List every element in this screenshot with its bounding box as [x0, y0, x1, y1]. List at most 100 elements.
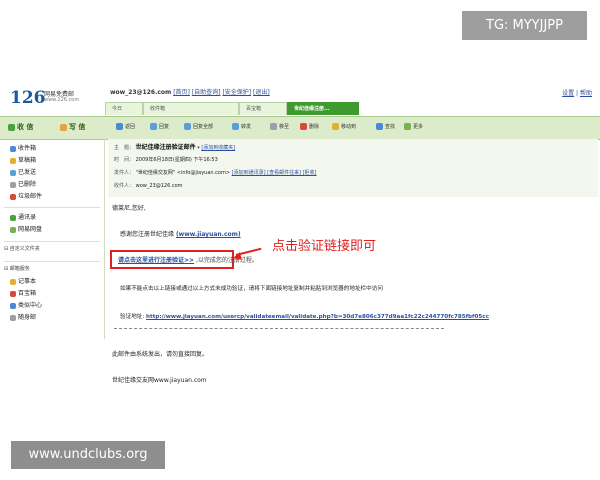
receive-icon — [8, 123, 15, 131]
mail-subject: 世纪佳缘注册验证邮件 — [135, 144, 196, 151]
mail-auto-note: 此邮件由系统发出，请勿直接回复。 — [112, 351, 209, 358]
action-suffix: ,以完成您的注册过程。 — [195, 257, 258, 264]
sidebar-item-label: 网易网盘 — [18, 226, 43, 233]
back-icon — [116, 123, 123, 130]
contacts-icon — [10, 214, 16, 221]
settings-link[interactable]: 设置 — [562, 90, 574, 97]
compose-icon — [60, 123, 67, 131]
services-header[interactable]: ⊟ 邮箱服务 — [4, 265, 30, 274]
find-button[interactable]: 查找 — [376, 122, 395, 132]
forward-button[interactable]: 转发 — [232, 122, 251, 132]
notepad-icon — [10, 278, 16, 285]
reply-all-icon — [184, 123, 191, 130]
sidebar-divider — [4, 241, 100, 242]
move-to-button[interactable]: 移动到 — [332, 122, 356, 132]
link-logout[interactable]: [退出] — [253, 89, 270, 96]
sidebar-item-trash[interactable]: 已删除 — [10, 180, 36, 189]
move-button[interactable]: 移至 — [270, 122, 289, 132]
logo[interactable]: 126 — [10, 88, 46, 108]
netdisk-icon — [10, 226, 16, 233]
reply-button[interactable]: 回复 — [150, 122, 169, 132]
tab-inbox[interactable]: 收件箱 — [143, 102, 239, 115]
tab-today[interactable]: 今日 — [105, 102, 143, 115]
annotation-text: 点击验证链接即可 — [272, 239, 377, 254]
sidebar-item-mobile[interactable]: 随身邮 — [10, 313, 36, 322]
link-security[interactable]: [安全保护] — [222, 89, 251, 96]
sidebar-item-netdisk[interactable]: 网易网盘 — [10, 225, 42, 234]
find-label: 查找 — [385, 124, 396, 130]
mail-fallback-text: 如果不能点击以上链接或通过以上方式未成功验证，请将下面链接地址复制并粘贴到浏览器… — [120, 286, 383, 292]
sidebar-divider — [4, 261, 100, 262]
time-row: 时 间： 2009年6月18日(星期四) 下午16:53 — [114, 156, 218, 165]
back-button[interactable]: 返回 — [116, 122, 135, 132]
spam-icon — [10, 193, 16, 200]
tab-bar: 今日 收件箱 百宝箱 世纪佳缘注册... — [105, 102, 600, 115]
sidebar-item-drafts[interactable]: 草稿箱 — [10, 156, 36, 165]
from-label: 发件人： — [114, 170, 135, 176]
sidebar-item-label: 记事本 — [18, 278, 37, 285]
toolbar: 收 信 写 信 返回 回复 回复全部 转发 移至 删除 移动到 查找 更多 — [0, 116, 600, 140]
mail-to: wow_23@126.com — [135, 183, 183, 189]
reply-all-button[interactable]: 回复全部 — [184, 122, 213, 132]
compose-button[interactable]: 写 信 — [60, 120, 85, 135]
to-row: 收件人： wow_23@126.com — [114, 182, 183, 191]
sidebar-item-spam[interactable]: 垃圾邮件 — [10, 192, 42, 201]
mail-header: 主 题： 世纪佳缘注册验证邮件 ▾ [添加到收藏夹] 时 间： 2009年6月1… — [108, 139, 598, 197]
sidebar-item-toolbox[interactable]: 百宝箱 — [10, 289, 36, 298]
more-label: 更多 — [413, 124, 424, 130]
link-self-service[interactable]: [自助查询] — [192, 89, 221, 96]
mail-from: "世纪佳缘交友网" <info@jiayuan.com> — [135, 170, 231, 176]
sidebar-item-contacts[interactable]: 通讯录 — [10, 213, 36, 222]
forward-icon — [232, 123, 239, 130]
services-label: 邮箱服务 — [9, 266, 30, 272]
chevron-down-icon[interactable]: ▾ — [197, 145, 200, 151]
verify-url-link[interactable]: http://www.jiayuan.com/usercp/validateem… — [146, 314, 489, 320]
mail-greeting: 德莱尼,您好, — [112, 205, 146, 212]
link-home[interactable]: [首页] — [173, 89, 190, 96]
delete-button[interactable]: 删除 — [300, 122, 319, 132]
delete-icon — [300, 123, 307, 130]
time-label: 时 间： — [114, 157, 135, 163]
sender-actions-links[interactable]: [添加到通讯录] [查看邮件往来] [拒收] — [232, 170, 317, 176]
move-icon — [270, 123, 277, 130]
receive-button[interactable]: 收 信 — [8, 120, 33, 135]
more-button[interactable]: 更多 — [404, 122, 423, 132]
mobile-icon — [10, 314, 16, 321]
toolbox-icon — [10, 290, 16, 297]
inbox-icon — [10, 145, 16, 152]
verify-link[interactable]: 请点击这里进行注册验证>> — [118, 257, 194, 264]
sidebar-item-notes[interactable]: 记事本 — [10, 277, 36, 286]
center-icon — [10, 302, 16, 309]
more-icon — [404, 123, 411, 130]
reply-label: 回复 — [159, 124, 170, 130]
mail-time: 2009年6月18日(星期四) 下午16:53 — [135, 157, 218, 163]
sidebar-item-label: 垃圾邮件 — [18, 193, 43, 200]
tab-current-mail[interactable]: 世纪佳缘注册... — [287, 102, 359, 115]
subject-label: 主 题： — [114, 145, 135, 151]
tab-toolbox[interactable]: 百宝箱 — [239, 102, 287, 115]
body-divider — [114, 328, 444, 329]
forward-label: 转发 — [241, 124, 252, 130]
verify-label: 验证地址: — [120, 314, 145, 320]
jiayuan-link[interactable]: (www.jiayuan.com) — [176, 231, 241, 238]
help-link[interactable]: 帮助 — [580, 90, 592, 97]
sidebar-item-sent[interactable]: 已发送 — [10, 168, 36, 177]
trash-icon — [10, 181, 16, 188]
reply-all-label: 回复全部 — [193, 124, 214, 130]
watermark-bottom: www.undclubs.org — [11, 441, 165, 469]
move-to-label: 移动到 — [341, 124, 357, 130]
sent-icon — [10, 169, 16, 176]
sidebar-item-label: 随身邮 — [18, 314, 37, 321]
sidebar-item-center[interactable]: 类似中心 — [10, 301, 42, 310]
custom-folders-label: 自定义文件夹 — [9, 246, 40, 252]
sidebar-item-inbox[interactable]: 收件箱 — [10, 144, 36, 153]
sidebar-item-label: 已发送 — [18, 169, 37, 176]
add-favorite-link[interactable]: [添加到收藏夹] — [201, 145, 235, 151]
delete-label: 删除 — [309, 124, 320, 130]
custom-folders-header[interactable]: ⊟ 自定义文件夹 — [4, 245, 40, 254]
mail-verify-line: 验证地址: http://www.jiayuan.com/usercp/vali… — [120, 313, 489, 322]
sidebar-item-label: 百宝箱 — [18, 290, 37, 297]
move-label: 移至 — [279, 124, 290, 130]
sidebar-item-label: 草稿箱 — [18, 157, 37, 164]
sidebar-divider — [4, 207, 100, 208]
